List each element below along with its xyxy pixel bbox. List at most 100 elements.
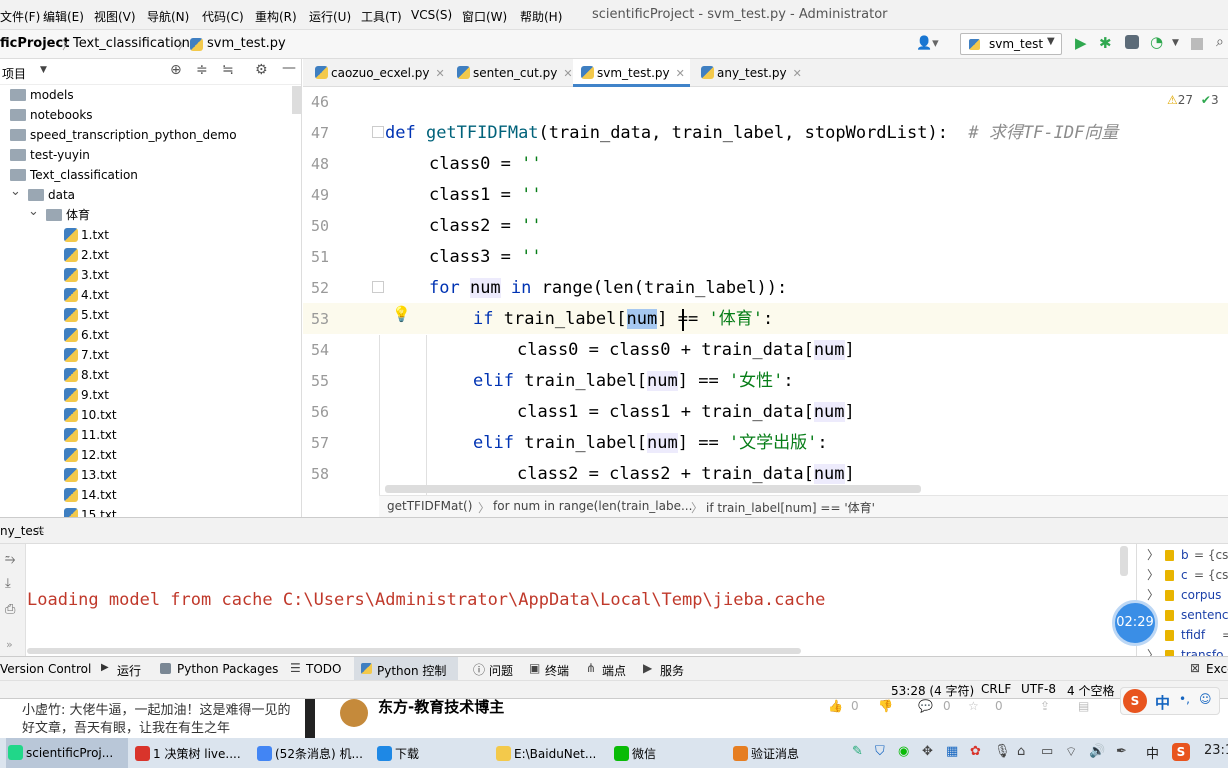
debug-icon[interactable]: ✱ xyxy=(1099,34,1112,52)
network-icon[interactable]: ⌂ xyxy=(1017,744,1025,759)
python-console[interactable]: ⥲ ⤓ ⎙ » Loading model from cache C:\User… xyxy=(0,544,1135,681)
tree-file[interactable]: 1.txt xyxy=(64,225,109,245)
menu-navigate[interactable]: 导航(N) xyxy=(147,8,189,25)
tree-folder[interactable]: test-yuyin xyxy=(10,145,90,165)
variable-row[interactable]: 〉corpus= xyxy=(1137,585,1228,605)
tree-file[interactable]: 11.txt xyxy=(64,425,117,445)
coverage-icon[interactable] xyxy=(1125,35,1139,49)
tray-ime[interactable]: 中 xyxy=(1146,743,1159,762)
close-icon[interactable]: ✕ xyxy=(676,67,685,80)
timer-badge[interactable]: 02:29 xyxy=(1112,600,1158,646)
tree-file[interactable]: 14.txt xyxy=(64,485,117,505)
run-icon[interactable]: ▶ xyxy=(1075,34,1087,52)
indent-setting[interactable]: 4 个空格 xyxy=(1067,682,1114,699)
menu-edit[interactable]: 编辑(E) xyxy=(43,8,84,25)
line-separator[interactable]: CRLF xyxy=(981,682,1011,696)
sogou-tray-icon[interactable]: S xyxy=(1172,743,1190,761)
locate-icon[interactable]: ⊕ xyxy=(170,62,182,78)
taskbar-item[interactable]: (52条消息) 机... xyxy=(255,743,363,765)
minimize-icon[interactable]: — xyxy=(282,60,296,76)
tree-file[interactable]: 9.txt xyxy=(64,385,109,405)
expand-all-icon[interactable]: ≑ xyxy=(196,62,208,78)
chevron-right-icon[interactable]: 〉 xyxy=(1147,585,1159,605)
pen-icon[interactable]: ✒ xyxy=(1116,744,1127,759)
tree-file[interactable]: 4.txt xyxy=(64,285,109,305)
tool-todo[interactable]: TODO xyxy=(306,662,341,676)
close-icon[interactable]: ✕ xyxy=(36,524,45,537)
chevron-down-icon[interactable]: ▼ xyxy=(40,65,47,75)
menu-code[interactable]: 代码(C) xyxy=(202,8,244,25)
scroll-end-icon[interactable]: ⤓ xyxy=(5,576,11,591)
tree-file[interactable]: 2.txt xyxy=(64,245,109,265)
menu-help[interactable]: 帮助(H) xyxy=(520,8,562,25)
menu-file[interactable]: 文件(F) xyxy=(0,8,40,25)
tree-file[interactable]: 3.txt xyxy=(64,265,109,285)
file-encoding[interactable]: UTF-8 xyxy=(1021,682,1056,696)
tool-python-packages[interactable]: Python Packages xyxy=(177,662,278,676)
shield-icon[interactable]: ⛉ xyxy=(875,744,885,759)
taskbar-item[interactable]: scientificProj... xyxy=(6,738,128,768)
caret-position[interactable]: 53:28 (4 字符) xyxy=(891,682,974,699)
variable-row[interactable]: 〉 transfo xyxy=(1137,645,1228,656)
tool-terminal[interactable]: 终端 xyxy=(545,662,569,679)
taskbar-item[interactable]: 下载 xyxy=(375,743,419,765)
menu-refactor[interactable]: 重构(R) xyxy=(255,8,297,25)
tree-file[interactable]: 10.txt xyxy=(64,405,117,425)
tab-any-test[interactable]: any_test.py ✕ xyxy=(693,59,802,87)
tool-event-log[interactable]: Exce xyxy=(1206,662,1228,676)
chevron-right-icon[interactable]: 〉 xyxy=(1147,565,1159,585)
print-icon[interactable]: ⎙ xyxy=(5,602,15,617)
star-icon[interactable]: ☆ xyxy=(968,699,979,713)
user-icon[interactable]: 👤▾ xyxy=(916,36,939,51)
taskbar-item[interactable]: 1 决策树 live.... xyxy=(133,743,241,765)
scrollbar-thumb[interactable] xyxy=(292,86,301,114)
tool-python-console-active[interactable]: Python 控制台 xyxy=(354,657,458,695)
tray-flower-icon[interactable]: ✿ xyxy=(970,744,981,759)
taskbar-item[interactable]: 微信 xyxy=(612,743,656,765)
tree-file[interactable]: 13.txt xyxy=(64,465,117,485)
menu-window[interactable]: 窗口(W) xyxy=(462,8,507,25)
wifi-icon[interactable]: ⌔ xyxy=(1065,744,1077,760)
tree-folder[interactable]: ⌄ 体育 xyxy=(28,204,90,225)
tab-caozuo-ecxel[interactable]: caozuo_ecxel.py ✕ xyxy=(307,59,445,87)
crumb-for[interactable]: for num in range(len(train_labe... xyxy=(493,499,692,513)
tree-folder[interactable]: Text_classification xyxy=(10,165,138,185)
share-icon[interactable]: ⇪ xyxy=(1040,699,1050,713)
breadcrumb-project[interactable]: ficProject xyxy=(0,36,69,51)
variable-row[interactable]: 〉 c = {csr_ xyxy=(1137,565,1228,585)
breadcrumb-folder[interactable]: Text_classification xyxy=(73,36,190,51)
menu-vcs[interactable]: VCS(S) xyxy=(411,8,452,22)
volume-icon[interactable]: 🔊 xyxy=(1089,744,1105,759)
author-name[interactable]: 东方-教育技术博主 xyxy=(378,696,504,717)
inspection-widget[interactable]: ⚠27 ✔3 xyxy=(1167,93,1219,107)
close-icon[interactable]: ✕ xyxy=(563,67,572,80)
image-icon[interactable]: ▦ xyxy=(946,744,958,759)
tree-file[interactable]: 5.txt xyxy=(64,305,109,325)
tab-senten-cut[interactable]: senten_cut.py ✕ xyxy=(449,59,573,87)
menu-tools[interactable]: 工具(T) xyxy=(361,8,402,25)
soft-wrap-icon[interactable]: ⥲ xyxy=(5,552,15,567)
tree-file[interactable]: 7.txt xyxy=(64,345,109,365)
collapse-all-icon[interactable]: ≒ xyxy=(222,62,234,78)
code-editor[interactable]: def getTFIDFMat(train_data, train_label,… xyxy=(379,87,1228,495)
tree-file[interactable]: 8.txt xyxy=(64,365,109,385)
gear-icon[interactable]: ⚙ xyxy=(255,62,268,78)
close-icon[interactable]: ✕ xyxy=(793,67,802,80)
horizontal-scrollbar[interactable] xyxy=(385,485,921,493)
more-icon[interactable]: » xyxy=(6,638,13,651)
avatar[interactable] xyxy=(340,699,368,727)
run-config-select[interactable]: svm_test ▼ xyxy=(960,33,1062,55)
tool-problems[interactable]: 问题 xyxy=(489,662,513,679)
profile-icon[interactable]: ◔ xyxy=(1150,33,1163,51)
menu-view[interactable]: 视图(V) xyxy=(94,8,136,25)
close-icon[interactable]: ✕ xyxy=(436,67,445,80)
taskbar-item[interactable]: 验证消息 xyxy=(731,743,799,765)
chevron-down-icon[interactable]: ⌄ xyxy=(10,182,21,202)
tool-services[interactable]: 服务 xyxy=(660,662,684,679)
menu-run[interactable]: 运行(U) xyxy=(309,8,351,25)
tree-folder[interactable]: speed_transcription_python_demo xyxy=(10,125,237,145)
tree-folder[interactable]: notebooks xyxy=(10,105,93,125)
variable-row[interactable]: 〉 b = {csr_ xyxy=(1137,545,1228,565)
ime-toolbar[interactable]: S 中 •, ☺ xyxy=(1120,687,1220,715)
tool-run[interactable]: 运行 xyxy=(117,662,141,679)
